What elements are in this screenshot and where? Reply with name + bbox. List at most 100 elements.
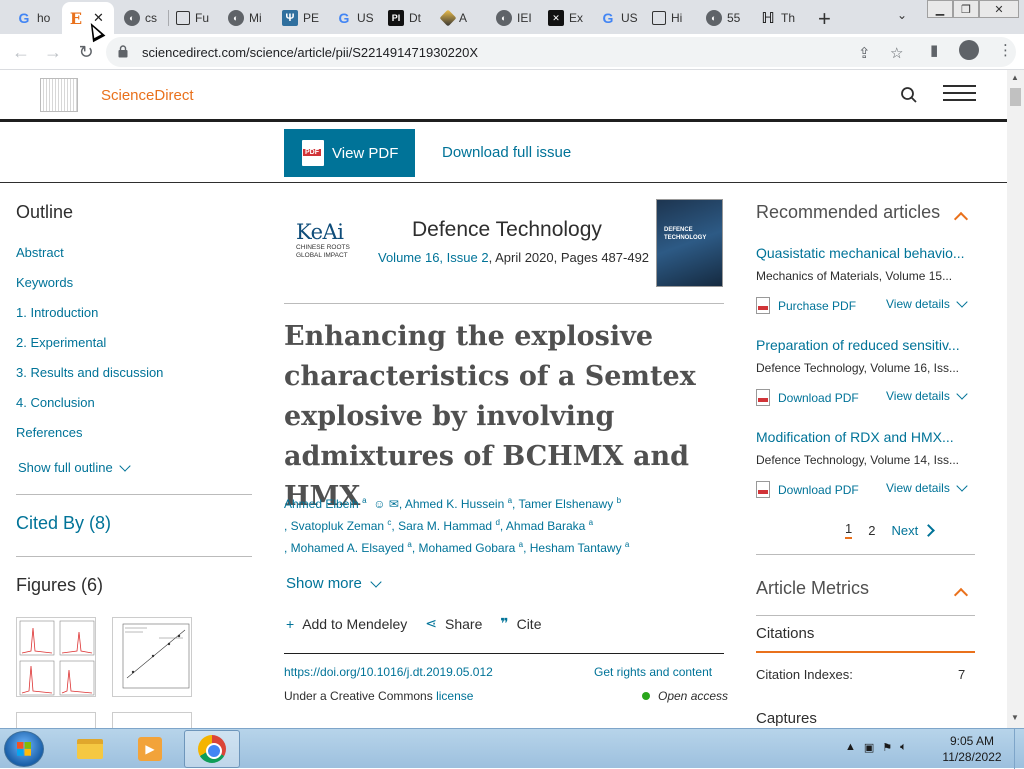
file-explorer-button[interactable]: [62, 730, 118, 768]
restore-window-icon[interactable]: ❐: [953, 0, 979, 18]
browser-tab[interactable]: PI Dt: [382, 4, 434, 32]
tray-expand-icon[interactable]: ▲: [845, 741, 856, 754]
figure-thumbnail[interactable]: [16, 617, 96, 697]
start-button[interactable]: [4, 731, 44, 767]
author-link[interactable]: Ahmed Elbeih a: [284, 497, 367, 512]
scrollbar-thumb[interactable]: [1010, 88, 1021, 106]
view-details-button[interactable]: View details: [886, 480, 968, 495]
media-player-button[interactable]: ▶: [122, 730, 178, 768]
browser-tab[interactable]: A: [436, 4, 488, 32]
volume-issue-link[interactable]: Volume 16, Issue 2: [378, 250, 489, 265]
browser-tab[interactable]: ◐ cs: [118, 4, 166, 32]
journal-cover-image[interactable]: DEFENCE TECHNOLOGY: [656, 199, 723, 287]
person-icon[interactable]: ☺: [370, 497, 389, 511]
doi-link[interactable]: https://doi.org/10.1016/j.dt.2019.05.012: [284, 665, 493, 679]
recommended-title-link[interactable]: Preparation of reduced sensitiv...: [756, 337, 976, 353]
show-full-outline-button[interactable]: Show full outline: [18, 459, 131, 475]
next-page-button[interactable]: Next: [891, 523, 936, 538]
figure-thumbnail[interactable]: [16, 712, 96, 728]
view-pdf-button[interactable]: View PDF: [284, 129, 415, 177]
author-link[interactable]: Hesham Tantawy a: [530, 541, 630, 556]
mail-icon[interactable]: ✉: [389, 497, 399, 511]
browser-tab[interactable]: ◐ Mi: [222, 4, 274, 32]
browser-tab[interactable]: Fu: [170, 4, 220, 32]
share-button[interactable]: ⋖ Share: [425, 615, 482, 632]
new-tab-button[interactable]: +: [818, 6, 831, 32]
elsevier-logo[interactable]: [40, 78, 78, 112]
browser-tab[interactable]: G ho: [10, 4, 58, 32]
tab-search-chevron-icon[interactable]: ⌄: [897, 8, 907, 22]
volume-icon[interactable]: 🔈︎: [900, 741, 907, 754]
outline-item-abstract[interactable]: Abstract: [16, 245, 64, 260]
author-link[interactable]: Sara M. Hammad d: [398, 519, 500, 534]
scroll-down-arrow-icon[interactable]: ▼: [1011, 713, 1019, 722]
download-pdf-link[interactable]: Download PDF: [756, 389, 859, 406]
author-link[interactable]: Mohamed A. Elsayed a: [291, 541, 412, 556]
search-icon[interactable]: [900, 86, 918, 104]
chrome-taskbar-button[interactable]: [184, 730, 240, 768]
browser-tab[interactable]: ✕ Ex: [542, 4, 594, 32]
side-panel-icon[interactable]: ▮: [930, 41, 938, 59]
collapse-chevron-icon[interactable]: [953, 211, 969, 227]
minimize-window-icon[interactable]: ▁: [927, 0, 953, 18]
browser-tab[interactable]: G US: [330, 4, 382, 32]
bookmark-star-icon[interactable]: ☆: [890, 44, 903, 62]
outline-item-conclusion[interactable]: 4. Conclusion: [16, 395, 95, 410]
flag-icon[interactable]: ⚑: [882, 741, 892, 754]
figure-thumbnail[interactable]: [112, 617, 192, 697]
download-pdf-link[interactable]: Download PDF: [756, 481, 859, 498]
author-link[interactable]: Ahmad Baraka a: [506, 519, 593, 534]
close-window-icon[interactable]: ✕: [979, 0, 1019, 18]
show-desktop-button[interactable]: [1014, 729, 1024, 769]
outline-item-keywords[interactable]: Keywords: [16, 275, 73, 290]
page-2-button[interactable]: 2: [868, 523, 875, 538]
browser-menu-icon[interactable]: ⋮: [998, 41, 1013, 59]
download-full-issue-link[interactable]: Download full issue: [442, 144, 571, 161]
recommended-title-link[interactable]: Modification of RDX and HMX...: [756, 429, 976, 445]
network-icon[interactable]: ▣: [864, 741, 874, 754]
taskbar-clock[interactable]: 9:05 AM 11/28/2022: [930, 733, 1014, 765]
figure-thumbnail[interactable]: [112, 712, 192, 728]
browser-tab[interactable]: Hi: [646, 4, 698, 32]
google-icon: G: [18, 10, 30, 26]
scroll-up-arrow-icon[interactable]: ▲: [1011, 73, 1019, 82]
profile-avatar-icon[interactable]: [959, 40, 979, 60]
page-1-button[interactable]: 1: [845, 521, 853, 539]
outline-item-references[interactable]: References: [16, 425, 82, 440]
outline-item-results[interactable]: 3. Results and discussion: [16, 365, 163, 380]
browser-tab[interactable]: ℍ Th: [754, 4, 806, 32]
share-page-icon[interactable]: ⇪: [858, 44, 871, 62]
sciencedirect-logo[interactable]: ScienceDirect: [101, 87, 194, 104]
browser-tab[interactable]: Ψ PE: [276, 4, 328, 32]
author-link[interactable]: Ahmed K. Hussein a: [405, 497, 512, 512]
recommended-title-link[interactable]: Quasistatic mechanical behavio...: [756, 245, 976, 261]
add-to-mendeley-button[interactable]: + Add to Mendeley: [286, 616, 407, 632]
author-link[interactable]: Mohamed Gobara a: [419, 541, 524, 556]
reload-icon[interactable]: ↻: [74, 40, 98, 64]
pdf-icon: [756, 297, 770, 314]
back-arrow-icon[interactable]: ←: [9, 40, 33, 64]
address-bar[interactable]: sciencedirect.com/science/article/pii/S2…: [106, 37, 1016, 67]
journal-title[interactable]: Defence Technology: [412, 218, 602, 242]
browser-tab[interactable]: G US: [594, 4, 646, 32]
cite-button[interactable]: ❞ Cite: [500, 615, 541, 632]
cited-by-link[interactable]: Cited By (8): [16, 513, 111, 534]
collapse-chevron-icon[interactable]: [953, 587, 969, 603]
view-details-button[interactable]: View details: [886, 388, 968, 403]
keai-publisher-logo[interactable]: KeAi CHINESE ROOTS GLOBAL IMPACT: [296, 220, 358, 260]
url-text[interactable]: sciencedirect.com/science/article/pii/S2…: [142, 45, 478, 60]
outline-item-experimental[interactable]: 2. Experimental: [16, 335, 106, 350]
license-link[interactable]: license: [436, 689, 473, 703]
browser-tab[interactable]: ◐ 55: [700, 4, 752, 32]
hamburger-menu-icon[interactable]: [943, 85, 976, 103]
view-details-button[interactable]: View details: [886, 296, 968, 311]
get-rights-link[interactable]: Get rights and content: [594, 665, 712, 679]
author-link[interactable]: Svatopluk Zeman c: [291, 519, 392, 534]
show-more-button[interactable]: Show more: [286, 575, 382, 592]
outline-item-introduction[interactable]: 1. Introduction: [16, 305, 98, 320]
author-link[interactable]: Tamer Elshenawy b: [519, 497, 622, 512]
page-scrollbar[interactable]: ▲ ▼: [1007, 70, 1024, 728]
forward-arrow-icon[interactable]: →: [41, 40, 65, 64]
purchase-pdf-link[interactable]: Purchase PDF: [756, 297, 856, 314]
browser-tab[interactable]: ◐ IEI: [490, 4, 542, 32]
